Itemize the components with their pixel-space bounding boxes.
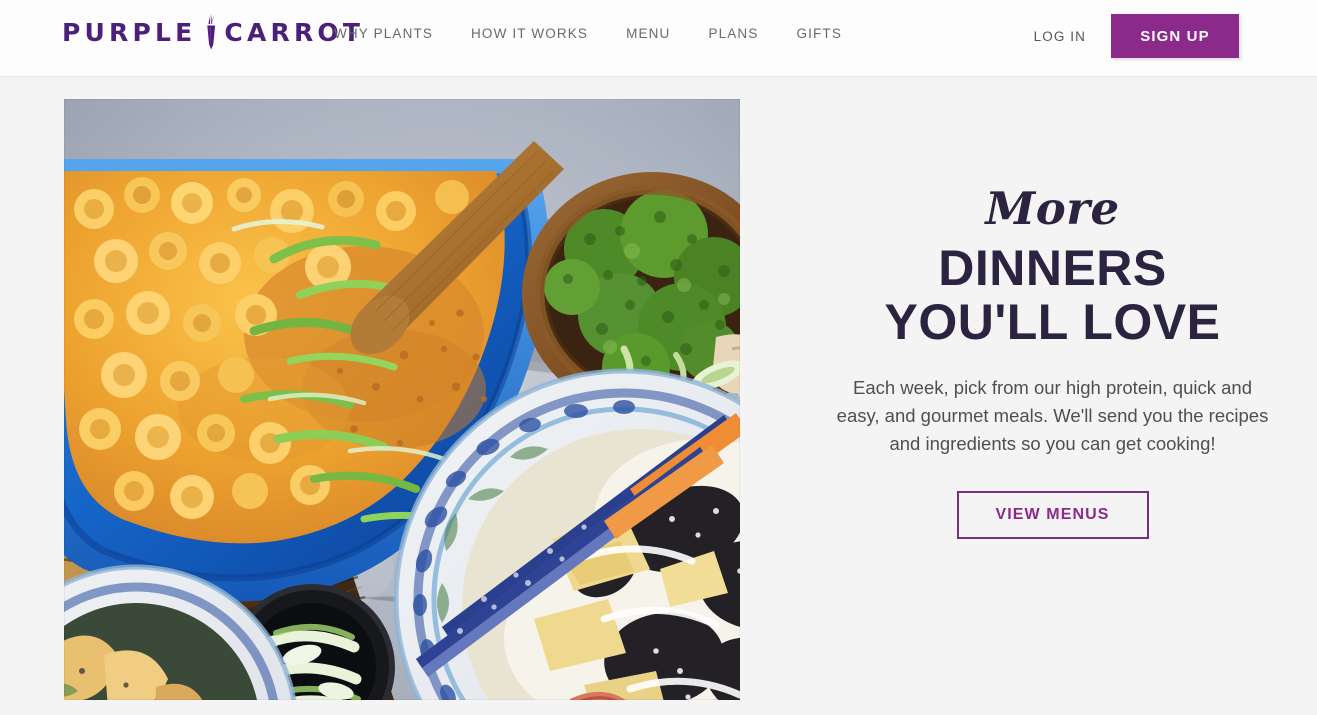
sign-up-button[interactable]: SIGN UP: [1111, 14, 1239, 58]
main-nav: WHY PLANTS HOW IT WORKS MENU PLANS GIFTS: [334, 25, 842, 43]
carrot-icon: [199, 13, 223, 57]
view-menus-button[interactable]: VIEW MENUS: [956, 491, 1149, 539]
site-header: PURPLE CARROT WHY PLANTS HOW IT WORKS ME…: [0, 0, 1317, 77]
hero-section: More DINNERS YOU'LL LOVE Each week, pick…: [0, 78, 1317, 715]
brand-logo[interactable]: PURPLE CARROT: [62, 13, 364, 57]
hero-title-line-2: YOU'LL LOVE: [884, 294, 1221, 350]
log-in-link[interactable]: LOG IN: [1034, 29, 1086, 44]
nav-item-plans[interactable]: PLANS: [708, 25, 758, 43]
nav-item-how-it-works[interactable]: HOW IT WORKS: [471, 25, 588, 43]
brand-logo-text-left: PURPLE: [62, 18, 197, 47]
hero-copy: More DINNERS YOU'LL LOVE Each week, pick…: [810, 183, 1295, 539]
nav-item-why-plants[interactable]: WHY PLANTS: [334, 25, 433, 43]
hero-eyebrow: More: [985, 182, 1120, 235]
nav-item-menu[interactable]: MENU: [626, 25, 670, 43]
page-title: DINNERS YOU'LL LOVE: [810, 241, 1295, 349]
hero-description: Each week, pick from our high protein, q…: [836, 377, 1269, 454]
hero-food-photo: [64, 99, 740, 700]
header-actions: LOG IN SIGN UP: [1034, 14, 1239, 58]
page-root: PURPLE CARROT WHY PLANTS HOW IT WORKS ME…: [0, 0, 1317, 715]
hero-title-line-1: DINNERS: [938, 240, 1167, 296]
nav-item-gifts[interactable]: GIFTS: [796, 25, 842, 43]
